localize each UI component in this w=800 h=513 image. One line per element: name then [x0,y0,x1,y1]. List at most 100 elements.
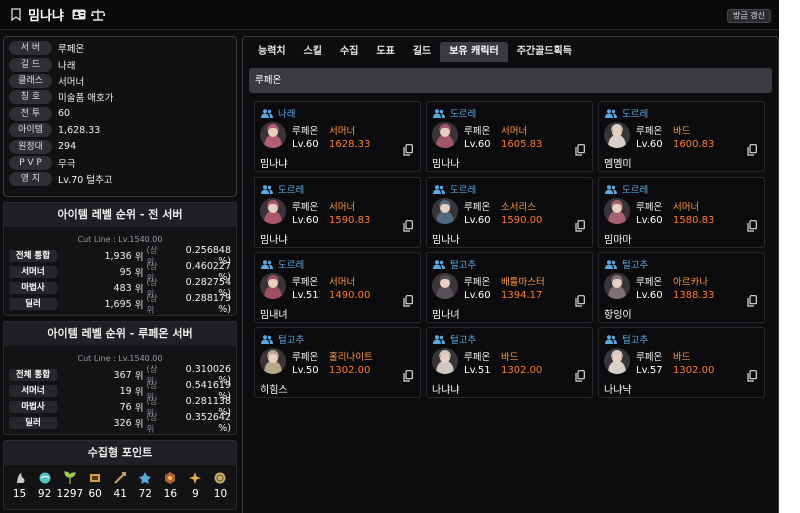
character-card[interactable]: 털고추 루페온 바드 Lv.57 1302.00 나냐냑 [598,327,765,398]
character-server: 루페온 [292,202,319,213]
info-value: 나래 [58,60,76,72]
character-card[interactable]: 털고추 루페온 배틀마스터 Lv.60 1394.17 밈나녀 [426,252,593,323]
guild-name: 털고추 [450,335,477,346]
character-card[interactable]: 털고추 루페온 바드 Lv.51 1302.00 나냐냐 [426,327,593,398]
copy-icon[interactable] [403,217,413,232]
scale-icon[interactable] [90,9,105,21]
tab-5[interactable]: 보유 캐릭터 [440,42,508,62]
character-card[interactable]: 털고추 루페온 홀리나이트 Lv.50 1302.00 히힘스 [254,327,421,398]
collectible-item: 16 [158,471,183,500]
character-class: 서머너 [673,202,700,213]
rank-row: 딜러 1,695 위 (상위 0.288179 %) [9,293,231,316]
tab-3[interactable]: 도표 [367,42,403,62]
character-server: 루페온 [464,126,491,137]
guild-label: 도르레 [433,106,476,120]
copy-icon[interactable] [575,367,585,382]
info-label: P V P [9,155,52,170]
rank-all-server-panel: 아이템 레벨 순위 - 전 서버 Cut Line : Lv.1540.00 전… [3,202,237,316]
id-card-icon[interactable] [72,9,86,21]
rank-percent: 0.352642 %) [185,412,232,434]
character-name: 나냐냐 [432,385,460,396]
guild-name: 털고추 [278,335,305,346]
info-row: 영 지 Lv.70 털추고 [9,171,236,187]
left-column: 서 버 루페온 길 드 나래 클래스 서머너 칭 호 미술품 애호가 전 투 60 아이템 1,628… [3,36,237,510]
rank-server-panel: 아이템 레벨 순위 - 루페온 서버 Cut Line : Lv.1540.00… [3,321,237,435]
character-item-level: 1590.83 [329,215,371,226]
guild-name: 나래 [278,109,296,120]
server-group-bar[interactable]: 루페온 [249,68,772,93]
copy-icon[interactable] [747,141,757,156]
info-label: 영 지 [9,172,52,187]
rank-category-label: 딜러 [9,298,57,310]
tab-4[interactable]: 길드 [404,42,440,62]
info-label: 서 버 [9,41,52,56]
guild-members-icon [433,184,445,194]
rank-server-cutline: Cut Line : Lv.1540.00 [77,354,163,363]
collectible-value: 15 [12,488,27,500]
info-value: 루페온 [58,44,85,56]
character-server: 루페온 [292,352,319,363]
copy-icon[interactable] [403,141,413,156]
rank-value: 1,936 [104,250,132,262]
info-value: 60 [58,108,71,120]
character-card[interactable]: 털고추 루페온 아르카나 Lv.60 1388.33 항잉이 [598,252,765,323]
tab-0[interactable]: 능력치 [249,42,295,62]
guild-members-icon [261,259,273,269]
character-name: 멤멤미 [604,159,632,170]
character-card[interactable]: 도르레 루페온 바드 Lv.60 1600.83 멤멤미 [598,101,765,172]
rank-value: 326 [113,417,132,429]
rank-unit: 위 [134,268,144,279]
character-class: 서머너 [501,126,528,137]
copy-icon[interactable] [403,367,413,382]
copy-icon[interactable] [747,367,757,382]
orpheus-star-icon [188,471,202,485]
copy-icon[interactable] [575,292,585,307]
guild-members-icon [605,108,617,118]
character-card[interactable]: 도르레 루페온 서머너 Lv.60 1580.83 밈마마 [598,177,765,248]
copy-icon[interactable] [747,292,757,307]
character-level: Lv.60 [292,215,319,226]
guild-label: 털고추 [433,332,476,346]
character-card[interactable]: 나래 루페온 서머너 Lv.60 1628.33 밈나냐 [254,101,421,172]
rank-top-label: (상위 [146,413,158,435]
guild-label: 나래 [261,106,295,120]
guild-name: 털고추 [622,335,649,346]
tab-2[interactable]: 수집 [331,42,367,62]
tab-1[interactable]: 스킬 [295,42,331,62]
main-panel: 능력치 스킬 수집 도표 길드 보유 캐릭터 주간골드획득 루페온 나래 루페온 서머너 Lv.6… [242,36,779,513]
character-card[interactable]: 도르레 루페온 서머너 Lv.60 1590.83 밈나냐 [254,177,421,248]
collectible-item: 72 [133,471,158,500]
character-avatar [604,198,630,224]
character-class: 배틀마스터 [501,277,545,288]
guild-label: 도르레 [605,182,648,196]
character-avatar [260,348,286,374]
refresh-button[interactable]: 방금 갱신 [727,9,771,23]
character-name: 밈나냐 [260,159,288,170]
rank-value: 1,695 [104,298,132,310]
character-avatar [604,122,630,148]
collectible-title: 수집형 포인트 [4,441,236,465]
character-card[interactable]: 도르레 루페온 서머너 Lv.60 1605.83 밈나나 [426,101,593,172]
guild-members-icon [261,334,273,344]
info-row: 아이템 1,628.33 [9,122,236,138]
character-name: 밈마마 [604,235,632,246]
character-card[interactable]: 도르레 루페온 소서리스 Lv.60 1590.00 밈나나 [426,177,593,248]
guild-label: 도르레 [605,106,648,120]
bookmark-icon[interactable] [10,8,22,22]
copy-icon[interactable] [575,141,585,156]
character-class: 서머너 [329,202,356,213]
rank-unit: 위 [134,403,144,414]
copy-icon[interactable] [575,217,585,232]
character-level: Lv.51 [464,365,491,376]
guild-members-icon [433,108,445,118]
character-card[interactable]: 도르레 루페온 서머너 Lv.51 1490.00 밈내녀 [254,252,421,323]
info-label: 길 드 [9,57,52,72]
rank-unit: 위 [134,300,144,311]
info-value: 미술품 애호가 [58,93,114,105]
copy-icon[interactable] [403,292,413,307]
rank-unit: 위 [134,252,144,263]
copy-icon[interactable] [747,217,757,232]
rank-unit: 위 [134,387,144,398]
tab-6[interactable]: 주간골드획득 [508,42,581,62]
character-server: 루페온 [636,126,663,137]
